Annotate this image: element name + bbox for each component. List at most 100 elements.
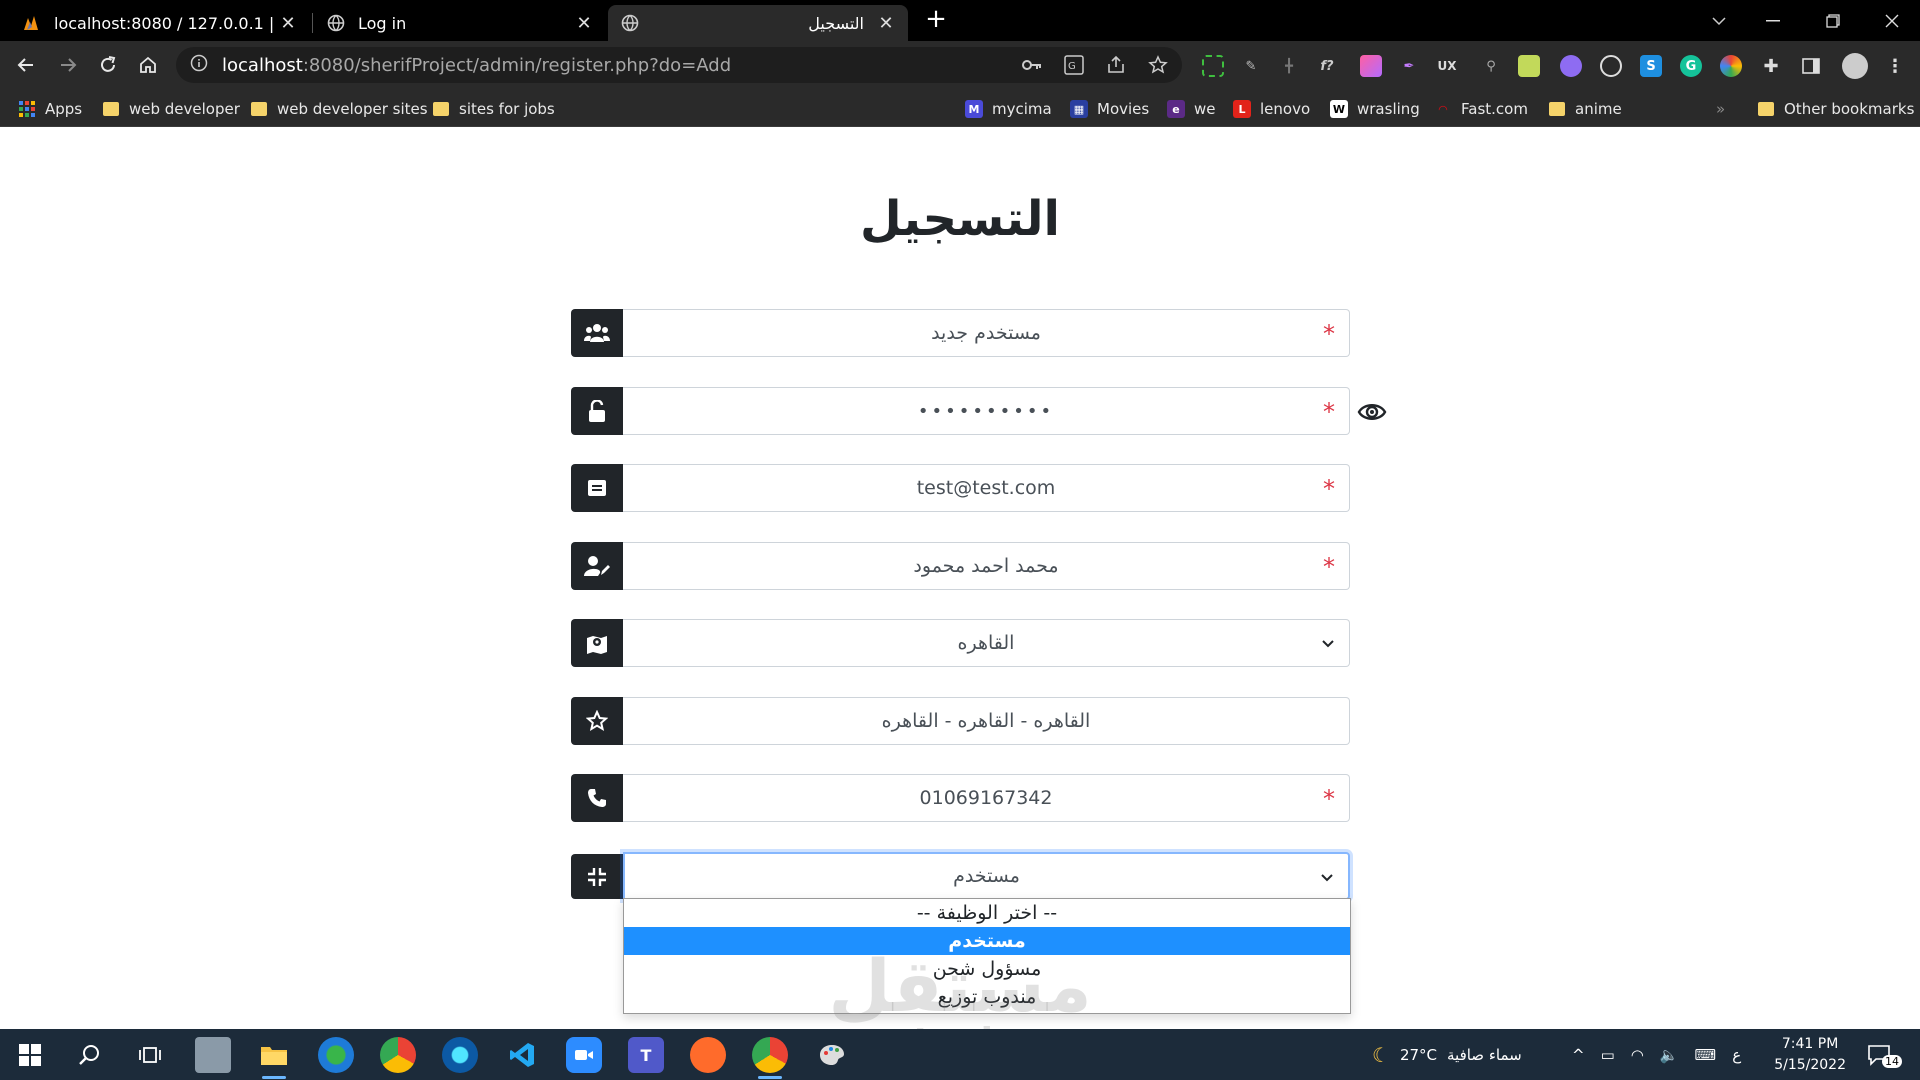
tab-close-icon[interactable]: ✕	[278, 13, 298, 34]
users-icon	[571, 309, 623, 357]
more-bookmarks-chevron-icon[interactable]: »	[1716, 98, 1725, 120]
back-arrow-icon[interactable]	[10, 49, 42, 81]
grammarly-icon[interactable]: G	[1680, 55, 1702, 77]
vscode-icon[interactable]	[504, 1037, 540, 1073]
edge-dev-icon[interactable]	[318, 1037, 354, 1073]
phpmyadmin-icon	[22, 13, 42, 33]
fullname-input[interactable]: محمد احمد محمود *	[623, 542, 1350, 590]
extensions-puzzle-icon[interactable]: ✚	[1760, 55, 1782, 77]
keyboard-icon[interactable]: ⌨	[1695, 1046, 1717, 1064]
notification-center-icon[interactable]: 14	[1868, 1029, 1902, 1080]
weather-widget[interactable]: ☾ 27°C سماء صافية	[1372, 1029, 1522, 1080]
password-input[interactable]: •••••••••• *	[623, 387, 1350, 435]
required-asterisk: *	[1323, 320, 1335, 348]
volume-icon[interactable]: 🔈	[1660, 1046, 1679, 1064]
feather-extension-icon[interactable]: ✒	[1398, 55, 1420, 77]
app-thumbnail-icon[interactable]	[195, 1037, 231, 1073]
phone-input[interactable]: 01069167342 *	[623, 774, 1350, 822]
role-row: مستخدم	[571, 852, 1350, 900]
bookmark-we[interactable]: e we	[1167, 98, 1216, 120]
restore-icon[interactable]	[1805, 0, 1861, 41]
tab-register[interactable]: التسجيل ✕	[608, 5, 908, 41]
translate-icon[interactable]: G	[1064, 55, 1084, 75]
battery-icon[interactable]: ▭	[1601, 1046, 1615, 1064]
show-password-eye-icon[interactable]	[1357, 397, 1387, 427]
search-icon[interactable]	[72, 1037, 108, 1073]
close-window-icon[interactable]	[1864, 0, 1920, 41]
bookmark-mycima[interactable]: M mycima	[965, 98, 1052, 120]
role-select[interactable]: مستخدم	[623, 852, 1350, 900]
bookmark-other[interactable]: Other bookmarks	[1757, 98, 1914, 120]
tab-phpmyadmin[interactable]: localhost:8080 / 127.0.0.1 | phpM ✕	[10, 5, 310, 41]
address-bar[interactable]: localhost:8080/sherifProject/admin/regis…	[176, 47, 1182, 83]
wwe-icon: W	[1330, 100, 1348, 118]
bookmark-apps[interactable]: Apps	[18, 98, 82, 120]
tab-search-icon[interactable]	[1691, 0, 1747, 41]
dropper-extension-icon[interactable]: ⚲	[1480, 55, 1502, 77]
home-icon[interactable]	[132, 49, 164, 81]
zoom-icon[interactable]	[566, 1037, 602, 1073]
sidebar-panel-icon[interactable]	[1800, 55, 1822, 77]
color-picker-extension-icon[interactable]	[1720, 55, 1742, 77]
tab-close-icon[interactable]: ✕	[876, 13, 896, 34]
minimize-icon[interactable]	[1745, 0, 1801, 41]
reload-icon[interactable]	[92, 49, 124, 81]
star-bookmark-icon[interactable]	[1148, 55, 1168, 75]
paint-palette-icon[interactable]	[814, 1037, 850, 1073]
menu-dots-icon[interactable]: ⋮	[1884, 55, 1906, 77]
profile-avatar[interactable]	[1842, 53, 1868, 79]
clock[interactable]: 7:41 PM 5/15/2022	[1774, 1034, 1846, 1076]
address-input[interactable]: القاهره - القاهره - القاهره	[623, 697, 1350, 745]
email-input[interactable]: test@test.com *	[623, 464, 1350, 512]
teams-icon[interactable]: T	[628, 1037, 664, 1073]
fullname-row: محمد احمد محمود *	[571, 542, 1350, 590]
info-icon[interactable]	[190, 54, 208, 76]
speed-extension-icon[interactable]	[1600, 55, 1622, 77]
file-explorer-icon[interactable]	[256, 1037, 292, 1079]
tab-close-icon[interactable]: ✕	[574, 13, 594, 34]
bookmark-anime[interactable]: anime	[1548, 98, 1622, 120]
wifi-icon[interactable]: ◠	[1631, 1046, 1644, 1064]
phone-row: 01069167342 *	[571, 774, 1350, 822]
movies-icon: ▦	[1070, 100, 1088, 118]
chrome-profile-icon[interactable]	[752, 1037, 788, 1079]
star-icon	[571, 697, 623, 745]
edge-icon[interactable]	[442, 1037, 478, 1073]
notes-extension-icon[interactable]	[1518, 55, 1540, 77]
share-icon[interactable]	[1106, 55, 1126, 75]
bookmark-lenovo[interactable]: L lenovo	[1233, 98, 1310, 120]
bookmark-wrasling[interactable]: W wrasling	[1330, 98, 1420, 120]
forward-arrow-icon[interactable]	[52, 49, 84, 81]
postman-icon[interactable]	[690, 1037, 726, 1073]
language-indicator[interactable]: ع	[1732, 1046, 1741, 1064]
tab-title: localhost:8080 / 127.0.0.1 | phpM	[54, 13, 278, 33]
new-tab-button[interactable]: +	[922, 6, 950, 34]
task-view-icon[interactable]	[132, 1037, 168, 1073]
required-asterisk: *	[1323, 475, 1335, 503]
bookmark-web-developer-sites[interactable]: web developer sites	[250, 98, 428, 120]
pen-extension-icon[interactable]: ✎	[1240, 55, 1262, 77]
bookmark-fast[interactable]: ◠ Fast.com	[1434, 98, 1528, 120]
compress-icon	[571, 854, 623, 899]
gradient-extension-icon[interactable]	[1360, 55, 1382, 77]
page-content: التسجيل مستخدم جديد * •••••••••• * test@…	[0, 127, 1920, 1029]
ux-extension-icon[interactable]: UX	[1436, 55, 1458, 77]
role-option[interactable]: -- اختر الوظيفة --	[624, 899, 1350, 927]
bookmark-web-developer[interactable]: web developer	[102, 98, 240, 120]
folder-icon	[1548, 100, 1566, 118]
city-select[interactable]: القاهره	[623, 619, 1350, 667]
bookmark-sites-for-jobs[interactable]: sites for jobs	[432, 98, 555, 120]
s-extension-icon[interactable]: S	[1640, 55, 1662, 77]
windows-start-icon[interactable]	[12, 1037, 48, 1073]
chevron-up-icon[interactable]: ^	[1572, 1046, 1585, 1064]
tab-login[interactable]: Log in ✕	[314, 5, 606, 41]
username-input[interactable]: مستخدم جديد *	[623, 309, 1350, 357]
font-extension-icon[interactable]: f?	[1316, 55, 1338, 77]
puzzle-color-extension-icon[interactable]	[1560, 55, 1582, 77]
bookmark-movies[interactable]: ▦ Movies	[1070, 98, 1149, 120]
ruler-extension-icon[interactable]: ╋	[1278, 55, 1300, 77]
key-icon[interactable]	[1022, 55, 1042, 75]
chrome-icon[interactable]	[380, 1037, 416, 1073]
envelope-icon	[571, 464, 623, 512]
screenshot-extension-icon[interactable]	[1202, 55, 1224, 77]
